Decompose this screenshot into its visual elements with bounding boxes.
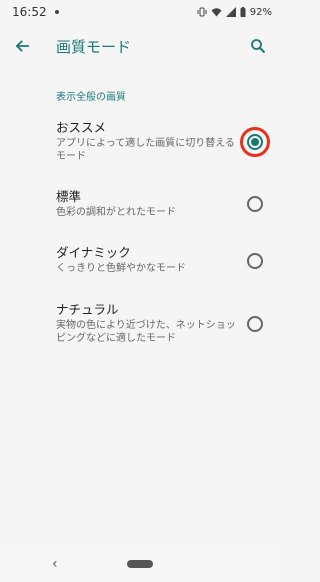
battery-percent: 92% (249, 6, 272, 18)
highlight-circle (240, 127, 270, 157)
radio-button[interactable] (247, 316, 263, 332)
option-description: 実物の色により近づけた、ネットショッピングなどに適したモード (56, 320, 236, 344)
wifi-icon (211, 8, 222, 17)
option-description: アプリによって適した画質に切り替えるモード (56, 138, 235, 162)
search-icon (251, 39, 266, 54)
status-bar: 16:52 92% (0, 0, 280, 24)
nav-back-icon[interactable]: ‹ (52, 556, 58, 572)
status-time: 16:52 (12, 5, 47, 19)
section-header: 表示全般の画質 (56, 92, 126, 103)
battery-icon (240, 7, 246, 17)
radio-button[interactable] (247, 253, 263, 269)
option-natural[interactable]: ナチュラル 実物の色により近づけた、ネットショッピングなどに適したモード (0, 302, 280, 352)
option-dynamic[interactable]: ダイナミック くっきりと色鮮やかなモード (0, 245, 280, 295)
notification-dot-icon (54, 10, 59, 14)
option-description: 色彩の調和がとれたモード (56, 207, 176, 218)
search-button[interactable] (236, 24, 280, 68)
option-title: ナチュラル (56, 302, 119, 317)
option-title: ダイナミック (56, 245, 131, 260)
option-standard[interactable]: 標準 色彩の調和がとれたモード (0, 189, 280, 239)
page-title: 画質モード (56, 37, 132, 56)
radio-button[interactable] (247, 196, 263, 212)
navigation-bar: ‹ (0, 544, 280, 582)
app-bar: 画質モード (0, 24, 280, 68)
option-title: おススメ (56, 120, 107, 135)
arrow-back-icon (15, 40, 29, 52)
option-recommended[interactable]: おススメ アプリによって適した画質に切り替えるモード (0, 120, 280, 170)
option-title: 標準 (56, 189, 82, 204)
back-button[interactable] (0, 24, 44, 68)
cellular-signal-icon (225, 7, 236, 17)
vibrate-icon (197, 7, 207, 17)
nav-home-pill[interactable] (127, 560, 153, 568)
status-icons: 92% (197, 7, 272, 18)
option-description: くっきりと色鮮やかなモード (56, 263, 186, 274)
